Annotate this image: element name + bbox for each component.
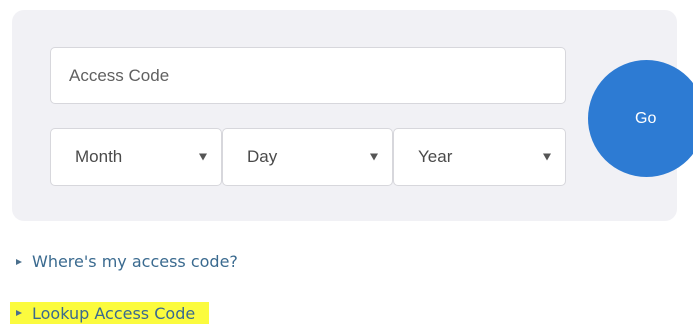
where-access-code-link[interactable]: Where's my access code?	[16, 252, 238, 271]
chevron-down-icon	[370, 153, 378, 161]
lookup-access-code-label: Lookup Access Code	[32, 303, 196, 323]
lookup-access-code-link[interactable]: Lookup Access Code	[10, 302, 210, 324]
chevron-down-icon	[199, 153, 207, 161]
month-select-value: Month	[75, 147, 123, 166]
access-code-input[interactable]	[50, 47, 566, 104]
triangle-right-icon	[16, 258, 22, 265]
go-button[interactable]: Go	[588, 60, 693, 177]
access-code-card	[12, 10, 677, 221]
day-select-value: Day	[247, 147, 278, 166]
year-select-value: Year	[418, 147, 453, 166]
day-select[interactable]: Day	[222, 128, 393, 186]
triangle-right-icon	[16, 310, 22, 316]
go-button-label: Go	[635, 109, 657, 127]
chevron-down-icon	[543, 153, 551, 161]
access-code-page: Month Day Year Go Where's my access code…	[0, 0, 693, 325]
where-access-code-label: Where's my access code?	[32, 252, 238, 271]
month-select[interactable]: Month	[50, 128, 222, 186]
year-select[interactable]: Year	[393, 128, 566, 186]
